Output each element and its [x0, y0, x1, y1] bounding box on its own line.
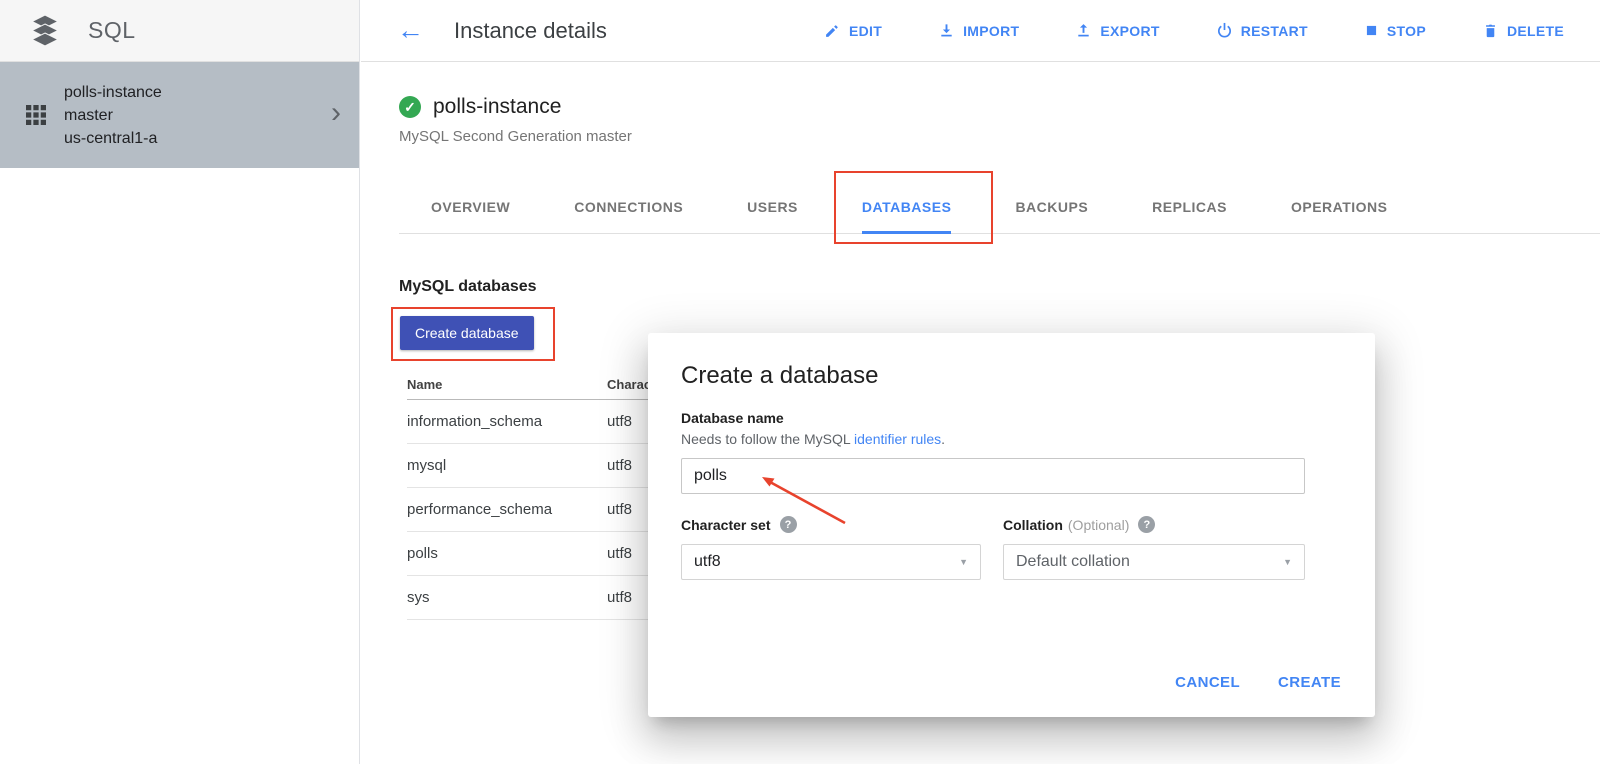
- create-database-wrap: Create database: [400, 316, 534, 350]
- instance-subtitle: MySQL Second Generation master: [399, 128, 1600, 145]
- sql-layers-icon: [28, 14, 62, 48]
- dropdown-caret-icon: ▼: [1283, 557, 1292, 567]
- character-set-select[interactable]: utf8 ▼: [681, 544, 981, 580]
- stop-button-label: STOP: [1387, 23, 1426, 39]
- db-name: mysql: [407, 457, 607, 474]
- database-name-help: Needs to follow the MySQL identifier rul…: [681, 431, 945, 447]
- create-database-dialog: Create a database Database name Needs to…: [648, 333, 1375, 717]
- character-set-value: utf8: [694, 553, 721, 571]
- import-button[interactable]: IMPORT: [938, 22, 1019, 39]
- delete-trash-icon: [1482, 22, 1499, 39]
- restart-power-icon: [1216, 22, 1233, 39]
- tab-replicas[interactable]: REPLICAS: [1152, 182, 1227, 234]
- edit-button[interactable]: EDIT: [824, 22, 882, 39]
- instance-grid-icon: [26, 105, 46, 125]
- page-title: Instance details: [454, 18, 607, 44]
- db-name: information_schema: [407, 413, 607, 430]
- sidebar-item-polls-instance[interactable]: polls-instance master us-central1-a ›: [0, 62, 359, 168]
- database-name-label: Database name: [681, 410, 784, 426]
- tab-databases-label: DATABASES: [862, 199, 952, 215]
- import-icon: [938, 22, 955, 39]
- help-text: Needs to follow the MySQL: [681, 431, 854, 447]
- collation-value: Default collation: [1016, 553, 1130, 571]
- collation-select[interactable]: Default collation ▼: [1003, 544, 1305, 580]
- restart-button-label: RESTART: [1241, 23, 1308, 39]
- page-header: ← Instance details EDIT IMPORT EXPORT RE…: [361, 0, 1600, 62]
- dialog-actions: CANCEL CREATE: [1175, 674, 1341, 691]
- edit-pencil-icon: [824, 22, 841, 39]
- section-heading: MySQL databases: [399, 278, 1600, 296]
- sidebar-instance-name: polls-instance: [64, 81, 331, 104]
- sidebar-instance-zone: us-central1-a: [64, 127, 331, 150]
- product-logo-bar: SQL: [0, 0, 359, 62]
- header-actions: EDIT IMPORT EXPORT RESTART STOP DELETE: [824, 22, 1564, 39]
- sidebar-instance-role: master: [64, 104, 331, 127]
- import-button-label: IMPORT: [963, 23, 1019, 39]
- sidebar: SQL polls-instance master us-central1-a …: [0, 0, 360, 764]
- dropdown-caret-icon: ▼: [959, 557, 968, 567]
- export-icon: [1075, 22, 1092, 39]
- delete-button[interactable]: DELETE: [1482, 22, 1564, 39]
- help-text-suffix: .: [941, 431, 945, 447]
- stop-square-icon: [1364, 23, 1379, 38]
- create-database-button[interactable]: Create database: [400, 316, 534, 350]
- status-check-icon: ✓: [399, 96, 421, 118]
- back-arrow-icon[interactable]: ←: [397, 17, 424, 44]
- tab-bar: OVERVIEW CONNECTIONS USERS DATABASES BAC…: [399, 182, 1600, 234]
- instance-name: polls-instance: [433, 95, 561, 119]
- tab-connections[interactable]: CONNECTIONS: [574, 182, 683, 234]
- instance-header: ✓ polls-instance MySQL Second Generation…: [361, 63, 1600, 145]
- delete-button-label: DELETE: [1507, 23, 1564, 39]
- identifier-rules-link[interactable]: identifier rules: [854, 431, 941, 447]
- stop-button[interactable]: STOP: [1364, 23, 1426, 39]
- tab-users[interactable]: USERS: [747, 182, 798, 234]
- tab-overview[interactable]: OVERVIEW: [431, 182, 510, 234]
- character-set-label: Character set ?: [681, 516, 797, 533]
- cancel-button[interactable]: CANCEL: [1175, 674, 1240, 691]
- help-icon[interactable]: ?: [780, 516, 797, 533]
- tab-databases[interactable]: DATABASES: [862, 182, 952, 234]
- database-name-input[interactable]: [681, 458, 1305, 494]
- tab-operations[interactable]: OPERATIONS: [1291, 182, 1388, 234]
- sidebar-instance-text: polls-instance master us-central1-a: [64, 81, 331, 150]
- collation-label-text: Collation: [1003, 517, 1063, 533]
- chevron-right-icon: ›: [331, 98, 341, 128]
- dialog-title: Create a database: [681, 362, 878, 390]
- export-button-label: EXPORT: [1100, 23, 1159, 39]
- db-name: polls: [407, 545, 607, 562]
- character-set-label-text: Character set: [681, 517, 771, 533]
- db-name: sys: [407, 589, 607, 606]
- db-name: performance_schema: [407, 501, 607, 518]
- collation-label: Collation (Optional) ?: [1003, 516, 1155, 533]
- cloud-sql-console: SQL polls-instance master us-central1-a …: [0, 0, 1600, 764]
- create-button[interactable]: CREATE: [1278, 674, 1341, 691]
- restart-button[interactable]: RESTART: [1216, 22, 1308, 39]
- export-button[interactable]: EXPORT: [1075, 22, 1159, 39]
- edit-button-label: EDIT: [849, 23, 882, 39]
- collation-optional-text: (Optional): [1068, 517, 1129, 533]
- help-icon[interactable]: ?: [1138, 516, 1155, 533]
- tab-backups[interactable]: BACKUPS: [1015, 182, 1088, 234]
- product-name: SQL: [88, 17, 136, 44]
- column-header-name: Name: [407, 377, 607, 392]
